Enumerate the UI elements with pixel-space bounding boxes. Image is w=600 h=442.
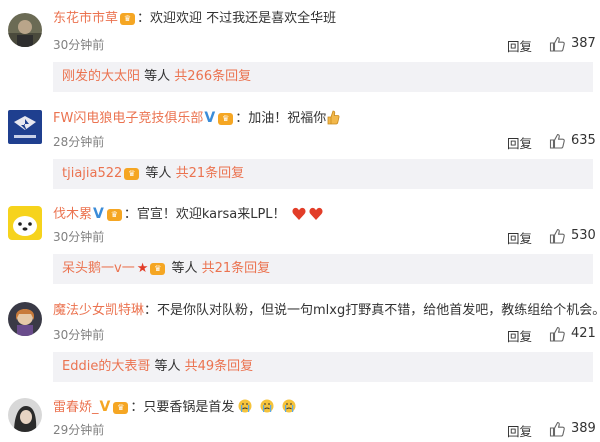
username[interactable]: 伐木累 (53, 207, 92, 222)
crying-emoji-icon (238, 398, 298, 420)
reply-etc: 等人 (150, 359, 185, 374)
member-badge-icon: ♛ (150, 263, 166, 275)
like-count: 635 (571, 133, 596, 148)
like-count: 389 (571, 421, 596, 436)
reply-count-link[interactable]: 共21条回复 (176, 166, 245, 181)
avatar[interactable] (8, 302, 42, 336)
reply-username[interactable]: tjiajia522 (62, 166, 122, 181)
username[interactable]: 东花市市草 (53, 11, 118, 26)
thumbs-up-icon[interactable] (549, 36, 565, 52)
thumbs-up-icon[interactable] (549, 133, 565, 149)
thumbs-up-emoji-icon (326, 109, 340, 131)
reply-username[interactable]: 刚发的大太阳 (62, 69, 140, 84)
reply-etc: 等人 (167, 261, 202, 276)
timestamp: 30分钟前 (53, 230, 105, 244)
comment-line: 魔法少女凯特琳：不是你队对队粉，但说一句mlxg打野真不错，给他首发吧，教练组给… (53, 302, 600, 320)
timestamp: 29分钟前 (53, 423, 105, 437)
avatar[interactable] (8, 398, 42, 432)
username[interactable]: FW闪电狼电子竞技俱乐部 (53, 111, 203, 126)
member-badge-icon: ♛ (218, 113, 234, 125)
username[interactable]: 魔法少女凯特琳 (53, 303, 144, 318)
comment-text: ：加油！祝福你 (235, 111, 327, 126)
comment-line: 伐木累V ♛ ：官宣！欢迎karsa来LPL！ (53, 205, 324, 227)
verified-icon: V (99, 399, 111, 415)
reply-etc: 等人 (141, 166, 176, 181)
reply-summary[interactable]: 刚发的大太阳 等人 共266条回复 (53, 62, 593, 92)
timestamp: 30分钟前 (53, 328, 105, 342)
member-badge-icon: ♛ (124, 168, 140, 180)
reply-button[interactable]: 回复 (507, 421, 532, 440)
avatar[interactable] (8, 110, 42, 144)
reply-username[interactable]: Eddie的大表哥 (62, 359, 150, 374)
thumbs-up-icon[interactable] (549, 326, 565, 342)
comment-line: 雷春娇_V ♛ ：只要香锅是首发 (53, 398, 298, 420)
username[interactable]: 雷春娇_ (53, 400, 99, 415)
reply-summary[interactable]: Eddie的大表哥 等人 共49条回复 (53, 352, 593, 382)
comment-text: ：欢迎欢迎 不过我还是喜欢全华班 (137, 11, 337, 26)
reply-button[interactable]: 回复 (507, 133, 532, 152)
member-badge-icon: ♛ (106, 209, 122, 221)
comment-line: 东花市市草 ♛ ：欢迎欢迎 不过我还是喜欢全华班 (53, 10, 336, 28)
reply-summary[interactable]: 呆头鹅一v一 ★ ♛ 等人 共21条回复 (53, 254, 593, 284)
reply-etc: 等人 (140, 69, 175, 84)
timestamp: 30分钟前 (53, 38, 105, 52)
timestamp: 28分钟前 (53, 135, 105, 149)
reply-username[interactable]: 呆头鹅一v一 (62, 261, 135, 276)
like-count: 530 (571, 228, 596, 243)
reply-button[interactable]: 回复 (507, 228, 532, 247)
comment-text: ：不是你队对队粉，但说一句mlxg打野真不错，给他首发吧，教练组给个机会。 (144, 303, 600, 318)
like-count: 421 (571, 326, 596, 341)
member-badge-icon: ♛ (120, 13, 136, 25)
reply-count-link[interactable]: 共21条回复 (202, 261, 271, 276)
like-count: 387 (571, 36, 596, 51)
avatar[interactable] (8, 206, 42, 240)
reply-button[interactable]: 回复 (507, 326, 532, 345)
avatar[interactable] (8, 13, 42, 47)
comment-text: ：只要香锅是首发 (130, 400, 235, 415)
reply-count-link[interactable]: 共49条回复 (185, 359, 254, 374)
comment-text: ：官宣！欢迎karsa来LPL！ (123, 207, 286, 222)
reply-button[interactable]: 回复 (507, 36, 532, 55)
thumbs-up-icon[interactable] (549, 228, 565, 244)
heart-emoji-icon (292, 207, 324, 227)
star-icon: ★ (136, 261, 149, 276)
member-badge-icon: ♛ (113, 402, 129, 414)
comment-line: FW闪电狼电子竞技俱乐部V ♛ ：加油！祝福你 (53, 109, 340, 131)
verified-icon: V (204, 110, 216, 126)
verified-icon: V (93, 206, 104, 222)
reply-summary[interactable]: tjiajia522 ♛ 等人 共21条回复 (53, 159, 593, 189)
reply-count-link[interactable]: 共266条回复 (174, 69, 251, 84)
thumbs-up-icon[interactable] (549, 421, 565, 437)
